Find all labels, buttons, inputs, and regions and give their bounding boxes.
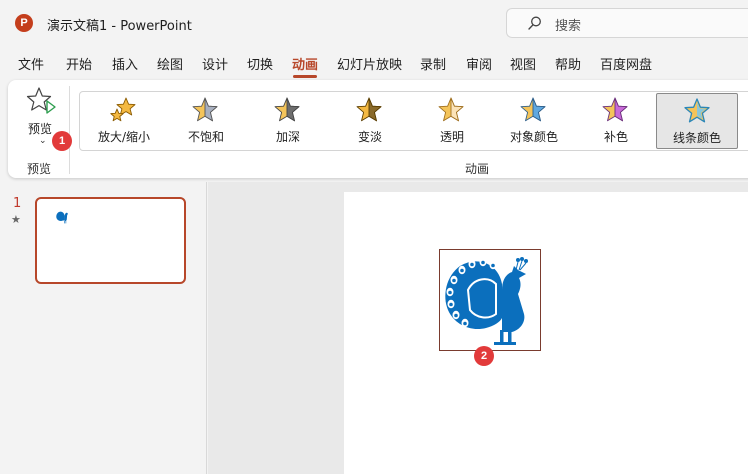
peacock-icon xyxy=(445,257,528,345)
document-title: 演示文稿1 - PowerPoint xyxy=(47,19,192,34)
ribbon-tabs: 文件 开始 插入 绘图 设计 切换 动画 幻灯片放映 录制 审阅 视图 帮助 百… xyxy=(0,50,748,78)
darken-star-icon xyxy=(274,97,300,122)
powerpoint-logo-icon: P xyxy=(15,14,33,32)
group-divider xyxy=(69,86,70,174)
tab-view[interactable]: 视图 xyxy=(510,54,536,73)
preview-star-icon xyxy=(26,87,56,114)
step-badge-1: 1 xyxy=(52,131,72,151)
animation-label: 加深 xyxy=(275,130,300,144)
transparency-star-icon xyxy=(438,97,464,122)
animation-darken[interactable]: 加深 xyxy=(247,93,329,149)
animations-ribbon: 预览 ⌄ 预览 放大/缩小 不饱和 加深 变淡 透明 对象颜色 补色 线条颜色 … xyxy=(8,80,748,178)
slide-thumbnail[interactable] xyxy=(35,197,186,284)
slide-number: 1 xyxy=(13,196,22,211)
chevron-down-icon[interactable]: ⌄ xyxy=(39,136,47,146)
tab-transitions[interactable]: 切换 xyxy=(247,54,273,73)
animation-desaturate[interactable]: 不饱和 xyxy=(165,93,247,149)
lighten-star-icon xyxy=(356,97,382,122)
animation-label: 对象颜色 xyxy=(509,130,558,144)
animation-object-color[interactable]: 对象颜色 xyxy=(493,93,575,149)
animation-label: 线条颜色 xyxy=(672,131,721,145)
animation-label: 不饱和 xyxy=(187,130,224,144)
tab-home[interactable]: 开始 xyxy=(66,54,92,73)
object-color-star-icon xyxy=(520,97,546,122)
animation-grow-shrink[interactable]: 放大/缩小 xyxy=(83,93,165,149)
tab-slideshow[interactable]: 幻灯片放映 xyxy=(337,54,402,73)
grow-shrink-star-icon xyxy=(110,97,136,122)
animation-label: 放大/缩小 xyxy=(97,130,151,144)
slide-editor xyxy=(208,182,748,474)
title-bar: P 演示文稿1 - PowerPoint 搜索 xyxy=(0,0,748,46)
tab-review[interactable]: 审阅 xyxy=(466,54,492,73)
animation-transparency[interactable]: 透明 xyxy=(411,93,493,149)
animation-gallery: 放大/缩小 不饱和 加深 变淡 透明 对象颜色 补色 线条颜色 xyxy=(79,91,748,151)
tab-draw[interactable]: 绘图 xyxy=(157,54,183,73)
animation-group-label: 动画 xyxy=(465,162,490,176)
peacock-icon xyxy=(56,211,68,224)
peacock-picture[interactable] xyxy=(439,249,541,351)
tab-record[interactable]: 录制 xyxy=(420,54,446,73)
slide-canvas[interactable] xyxy=(344,192,748,474)
tab-insert[interactable]: 插入 xyxy=(112,54,138,73)
tab-help[interactable]: 帮助 xyxy=(555,54,581,73)
search-icon xyxy=(528,16,541,30)
complementary-color-star-icon xyxy=(602,97,628,122)
search-input[interactable]: 搜索 xyxy=(506,8,748,38)
animation-label: 变淡 xyxy=(357,130,382,144)
step-badge-2: 2 xyxy=(474,346,494,366)
slide-thumbnail-panel: 1 ★ xyxy=(0,182,207,474)
tab-design[interactable]: 设计 xyxy=(202,54,228,73)
tab-baidu-netdisk[interactable]: 百度网盘 xyxy=(600,54,652,73)
animation-lighten[interactable]: 变淡 xyxy=(329,93,411,149)
animation-line-color[interactable]: 线条颜色 xyxy=(656,93,738,149)
tab-animations[interactable]: 动画 xyxy=(292,54,318,78)
preview-label: 预览 xyxy=(28,122,53,136)
animation-complementary-color[interactable]: 补色 xyxy=(575,93,657,149)
animation-label: 透明 xyxy=(439,130,464,144)
animation-label: 补色 xyxy=(603,130,628,144)
line-color-star-icon xyxy=(684,98,710,123)
desaturate-star-icon xyxy=(192,97,218,122)
animation-star-icon: ★ xyxy=(11,213,21,226)
search-placeholder: 搜索 xyxy=(555,19,582,34)
preview-group-label: 预览 xyxy=(27,162,52,176)
tab-file[interactable]: 文件 xyxy=(18,54,44,73)
